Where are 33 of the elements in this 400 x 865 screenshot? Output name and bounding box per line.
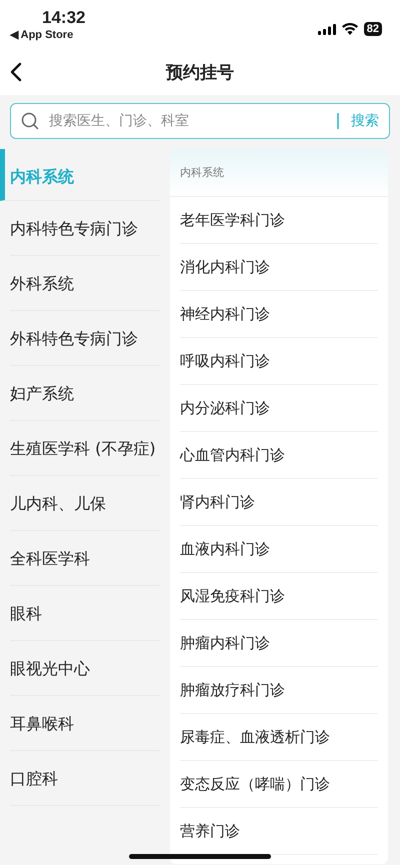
clinic-item[interactable]: 心血管内科门诊 <box>180 432 378 479</box>
clinic-item[interactable]: 呼吸内科门诊 <box>180 338 378 385</box>
category-item[interactable]: 妇产系统 <box>10 366 160 421</box>
category-item[interactable]: 口腔科 <box>10 751 160 806</box>
category-item[interactable]: 内科特色专病门诊 <box>10 201 160 256</box>
category-item[interactable]: 生殖医学科 (不孕症) <box>10 421 160 476</box>
category-item[interactable]: 眼视光中心 <box>10 641 160 696</box>
clinic-item[interactable]: 神经内科门诊 <box>180 291 378 338</box>
section-header: 内科系统 <box>180 166 224 179</box>
category-item[interactable]: 耳鼻喉科 <box>10 696 160 751</box>
clinic-item[interactable]: 变态反应（哮喘）门诊 <box>180 761 378 808</box>
clinic-item[interactable]: 消化内科门诊 <box>180 244 378 291</box>
clinic-item[interactable]: 肿瘤放疗科门诊 <box>180 667 378 714</box>
status-time: 14:32 <box>42 8 86 28</box>
clinic-item[interactable]: 老年医学科门诊 <box>180 197 378 244</box>
category-item[interactable]: 外科系统 <box>10 256 160 311</box>
signal-icon <box>318 24 336 34</box>
category-item[interactable]: 眼科 <box>10 586 160 641</box>
back-to-app-link[interactable]: ◀ App Store <box>10 28 74 42</box>
category-item[interactable]: 外科特色专病门诊 <box>10 311 160 366</box>
clinic-item[interactable]: 风湿免疫科门诊 <box>180 573 378 620</box>
category-item[interactable]: 全科医学科 <box>10 531 160 586</box>
back-icon[interactable] <box>10 62 22 82</box>
search-icon <box>21 112 39 130</box>
category-item[interactable]: 儿内科、儿保 <box>10 476 160 531</box>
clinic-item[interactable]: 肿瘤内科门诊 <box>180 620 378 667</box>
clinic-item[interactable]: 肾内科门诊 <box>180 479 378 526</box>
clinic-item[interactable]: 血液内科门诊 <box>180 526 378 573</box>
clinic-item[interactable]: 内分泌科门诊 <box>180 385 378 432</box>
clinic-item[interactable]: 尿毒症、血液透析门诊 <box>180 714 378 761</box>
wifi-icon <box>342 23 358 35</box>
page-title: 预约挂号 <box>166 62 234 84</box>
battery-indicator: 82 <box>364 22 382 36</box>
